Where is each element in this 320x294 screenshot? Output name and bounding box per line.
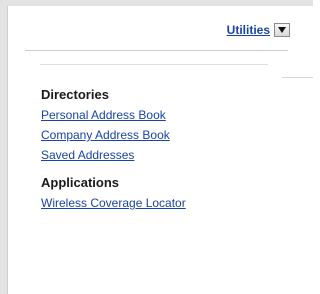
directories-heading: Directories <box>41 87 109 102</box>
personal-address-book-link[interactable]: Personal Address Book <box>41 108 186 122</box>
utilities-panel: Utilities Directories Personal Address B… <box>0 0 313 294</box>
directories-section: Directories Personal Address Book Compan… <box>41 87 186 162</box>
utilities-header: Utilities <box>227 23 290 37</box>
caret-down-icon <box>278 27 286 33</box>
wireless-coverage-locator-link[interactable]: Wireless Coverage Locator <box>41 196 186 210</box>
panel-left-inner-border <box>7 6 8 294</box>
utilities-dropdown-button[interactable] <box>274 23 290 37</box>
header-divider <box>25 50 288 51</box>
side-divider <box>282 77 313 78</box>
menu-divider <box>40 64 268 65</box>
panel-top-border <box>7 0 313 6</box>
applications-section: Applications Wireless Coverage Locator <box>41 175 186 210</box>
saved-addresses-link[interactable]: Saved Addresses <box>41 148 186 162</box>
utilities-link[interactable]: Utilities <box>227 23 270 37</box>
company-address-book-link[interactable]: Company Address Book <box>41 128 186 142</box>
applications-heading: Applications <box>41 175 120 190</box>
utilities-menu: Directories Personal Address Book Compan… <box>41 87 186 223</box>
